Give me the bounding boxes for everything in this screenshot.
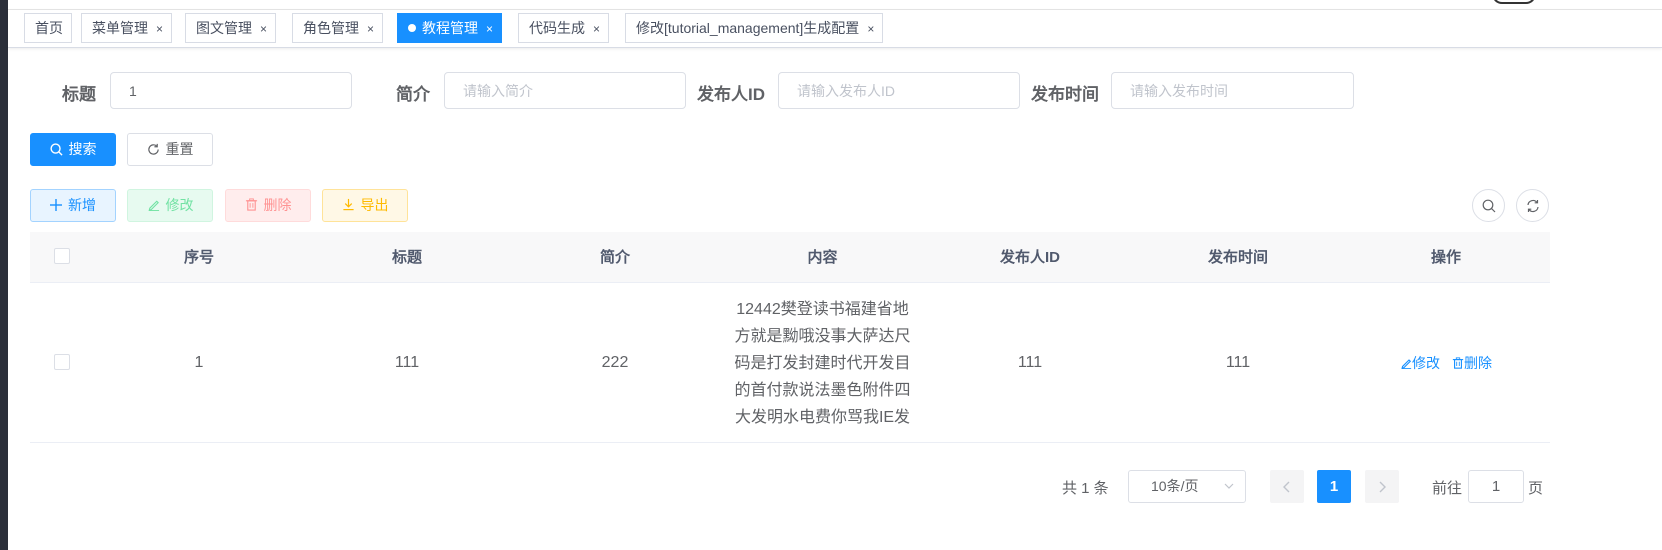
publish-time-label: 发布时间 <box>1031 85 1099 104</box>
edit-button[interactable]: 修改 <box>127 189 213 222</box>
column-header-index: 序号 <box>183 249 214 266</box>
cell-actions: 修改 删除 <box>1342 283 1550 443</box>
cell-intro: 222 <box>601 354 629 371</box>
column-header-publisher-id: 发布人ID <box>999 249 1060 266</box>
tag-code-generation[interactable]: 代码生成 × <box>518 13 610 43</box>
page-number-current[interactable]: 1 <box>1317 470 1351 503</box>
column-header-intro: 简介 <box>599 249 630 266</box>
row-edit-label: 修改 <box>1412 355 1440 371</box>
cell-publish-time: 111 <box>1225 354 1251 371</box>
cell-index: 1 <box>194 354 204 371</box>
tag-label: 图文管理 <box>196 20 252 36</box>
search-icon <box>49 143 63 156</box>
search-button[interactable]: 搜索 <box>30 133 116 166</box>
chevron-left-icon <box>1282 481 1292 493</box>
row-checkbox[interactable] <box>54 354 70 370</box>
column-header-publish-time: 发布时间 <box>1207 249 1268 266</box>
tag-edit-gen-config[interactable]: 修改[tutorial_management]生成配置 × <box>625 13 884 43</box>
search-button-label: 搜索 <box>68 141 97 157</box>
tag-menu-management[interactable]: 菜单管理 × <box>81 13 173 43</box>
close-icon[interactable]: × <box>156 22 163 36</box>
intro-label: 简介 <box>396 85 430 104</box>
active-dot-icon <box>408 24 416 32</box>
intro-input[interactable] <box>444 72 686 109</box>
tag-label: 代码生成 <box>529 20 585 36</box>
goto-suffix: 页 <box>1528 480 1544 497</box>
sidebar-edge <box>0 0 8 550</box>
download-icon <box>342 198 355 211</box>
delete-button-label: 删除 <box>263 197 292 213</box>
publisher-id-input[interactable] <box>778 72 1020 109</box>
column-header-content: 内容 <box>807 249 838 266</box>
reset-button-label: 重置 <box>165 141 194 157</box>
chevron-right-icon <box>1377 481 1387 493</box>
tag-image-text-management[interactable]: 图文管理 × <box>185 13 277 43</box>
goto-page-input[interactable] <box>1468 470 1524 503</box>
table-row: 1 111 222 12442樊登读书福建省地方就是黝哦没事大萨达尺码是打发封建… <box>30 283 1550 443</box>
row-edit-link[interactable]: 修改 <box>1400 353 1440 373</box>
chevron-down-icon <box>1223 471 1235 502</box>
tag-label: 菜单管理 <box>92 20 148 36</box>
toggle-search-button[interactable] <box>1472 189 1505 222</box>
refresh-icon <box>1526 199 1540 213</box>
cell-title: 111 <box>394 354 420 371</box>
app-root: 首页 菜单管理 × 图文管理 × 角色管理 × 教程管理 × 代码生成 × 修改[tuto… <box>0 0 1662 550</box>
publisher-id-label: 发布人ID <box>697 85 765 104</box>
trash-icon <box>1452 357 1464 369</box>
edit-icon <box>147 198 160 211</box>
tag-label: 首页 <box>35 20 63 36</box>
tag-label: 修改[tutorial_management]生成配置 <box>636 20 860 36</box>
close-icon[interactable]: × <box>867 22 874 36</box>
tags-view: 首页 菜单管理 × 图文管理 × 角色管理 × 教程管理 × 代码生成 × 修改[tuto… <box>8 10 1662 48</box>
cell-content: 12442樊登读书福建省地方就是黝哦没事大萨达尺码是打发封建时代开发目的首付款说… <box>734 300 911 426</box>
goto-prefix: 前往 <box>1432 480 1463 497</box>
delete-button[interactable]: 删除 <box>225 189 311 222</box>
avatar[interactable] <box>1492 0 1536 4</box>
refresh-table-button[interactable] <box>1516 189 1549 222</box>
tag-home[interactable]: 首页 <box>24 13 72 43</box>
trash-icon <box>245 198 258 211</box>
add-button-label: 新增 <box>68 197 96 213</box>
close-icon[interactable]: × <box>367 22 374 36</box>
row-delete-label: 删除 <box>1464 355 1492 371</box>
tag-role-management[interactable]: 角色管理 × <box>292 13 384 43</box>
close-icon[interactable]: × <box>260 22 267 36</box>
tag-label: 教程管理 <box>422 20 478 36</box>
close-icon[interactable]: × <box>593 22 600 36</box>
search-icon <box>1482 199 1496 213</box>
edit-icon <box>1400 357 1412 369</box>
prev-page-button[interactable] <box>1270 470 1304 503</box>
pagination-total: 共 1 条 <box>1062 480 1109 497</box>
title-input[interactable] <box>110 72 352 109</box>
title-label: 标题 <box>62 85 96 104</box>
next-page-button[interactable] <box>1365 470 1399 503</box>
column-header-title: 标题 <box>391 249 422 266</box>
publish-time-input[interactable] <box>1111 72 1354 109</box>
row-delete-link[interactable]: 删除 <box>1452 353 1492 373</box>
edit-button-label: 修改 <box>165 197 194 213</box>
tag-label: 角色管理 <box>303 20 359 36</box>
plus-icon <box>50 199 62 211</box>
page-size-value: 10条/页 <box>1151 478 1199 494</box>
export-button[interactable]: 导出 <box>322 189 408 222</box>
refresh-icon <box>147 143 160 156</box>
cell-publisher-id: 111 <box>1017 354 1043 371</box>
export-button-label: 导出 <box>360 197 389 213</box>
add-button[interactable]: 新增 <box>30 189 116 222</box>
reset-button[interactable]: 重置 <box>127 133 213 166</box>
column-header-actions: 操作 <box>1430 249 1461 266</box>
page-size-select[interactable]: 10条/页 <box>1128 470 1246 503</box>
tag-tutorial-management[interactable]: 教程管理 × <box>397 13 503 43</box>
navbar <box>8 0 1662 10</box>
select-all-checkbox[interactable] <box>54 248 70 264</box>
close-icon[interactable]: × <box>486 22 493 36</box>
table-header: 序号 标题 简介 内容 发布人ID 发布时间 操作 <box>30 232 1550 283</box>
